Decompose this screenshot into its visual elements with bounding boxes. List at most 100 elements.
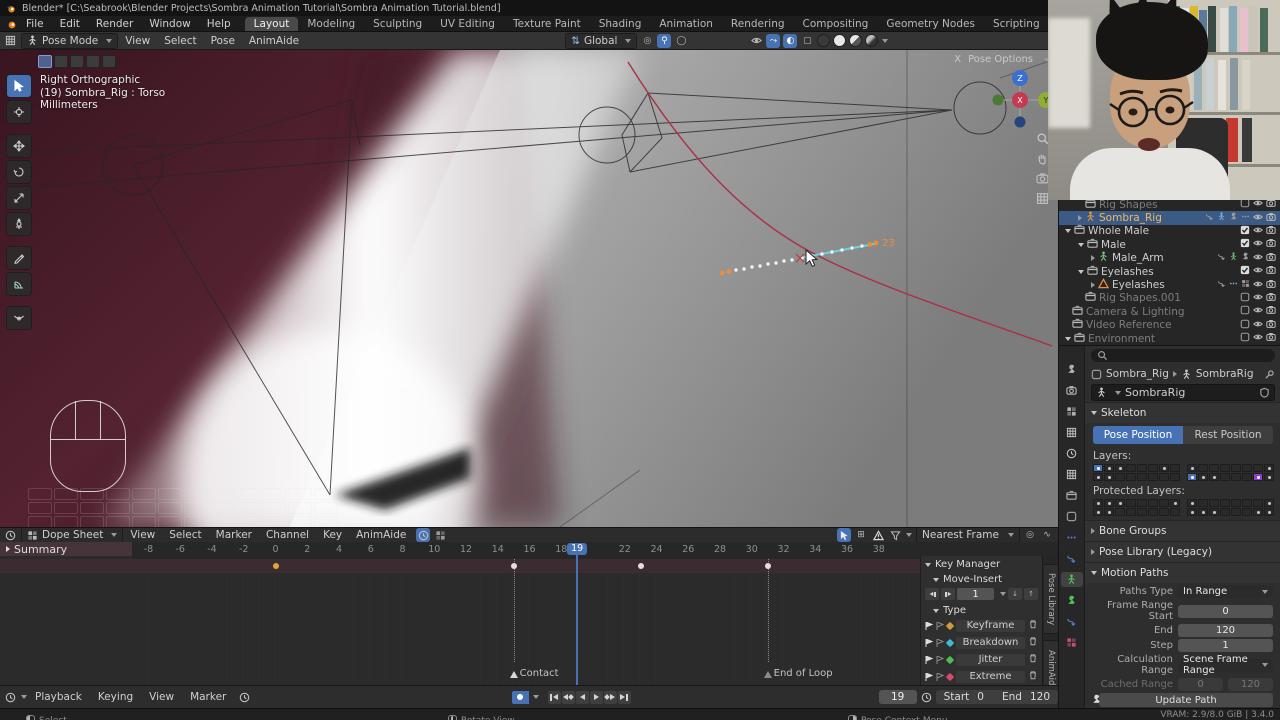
use-preview-range-icon[interactable]: [921, 692, 932, 703]
visibility-eye-icon[interactable]: [1253, 225, 1263, 238]
move-left-button[interactable]: [925, 588, 939, 600]
properties-tab-physics[interactable]: [1061, 530, 1083, 545]
dope-menu-select[interactable]: Select: [162, 529, 208, 541]
update-path-button[interactable]: Update Path: [1099, 693, 1273, 707]
armature-layers-grid[interactable]: [1085, 463, 1280, 482]
outliner-row-rig-shapes[interactable]: Rig Shapes: [1059, 198, 1280, 211]
layer-cell[interactable]: [1209, 508, 1219, 516]
layer-cell[interactable]: [1115, 508, 1125, 516]
layer-cell[interactable]: [1170, 473, 1180, 481]
bone-groups-panel-header[interactable]: Bone Groups: [1085, 520, 1280, 541]
layer-cell[interactable]: [1220, 499, 1230, 507]
collection-checkbox[interactable]: [1240, 238, 1250, 251]
outliner-row-video-reference[interactable]: Video Reference: [1059, 319, 1280, 332]
select-keys-flag-icon[interactable]: [925, 673, 933, 681]
properties-tab-collection[interactable]: [1061, 488, 1083, 503]
layer-cell[interactable]: [1170, 508, 1180, 516]
layer-cell[interactable]: [1115, 473, 1125, 481]
layer-cell[interactable]: [1242, 473, 1252, 481]
visibility-eye-icon[interactable]: [1253, 252, 1263, 265]
side-tab-animaide[interactable]: AnimAide: [1044, 640, 1058, 685]
layer-cell[interactable]: [1264, 508, 1274, 516]
cursor-tool[interactable]: [6, 100, 32, 124]
layer-cell[interactable]: [1253, 473, 1263, 481]
outliner-row-whole-male[interactable]: Whole Male: [1059, 225, 1280, 238]
layer-cell[interactable]: [1198, 464, 1208, 472]
next-keyframe-button[interactable]: [604, 691, 617, 704]
trash-icon[interactable]: [1028, 636, 1038, 649]
layer-cell[interactable]: [1264, 473, 1274, 481]
breadcrumb-object[interactable]: Sombra_Rig: [1106, 368, 1169, 380]
layer-cell[interactable]: [1198, 508, 1208, 516]
timeline-marker[interactable]: End of Loop: [764, 671, 772, 678]
expander-icon[interactable]: [1065, 229, 1071, 233]
shading-wireframe-icon[interactable]: [817, 34, 830, 47]
menu-render[interactable]: Render: [88, 18, 141, 30]
layer-cell[interactable]: [1253, 508, 1263, 516]
tools-icon[interactable]: [1241, 252, 1250, 264]
layer-cell[interactable]: [1253, 464, 1263, 472]
properties-tab-bone-constraint[interactable]: [1061, 614, 1083, 629]
layer-cell[interactable]: [1231, 499, 1241, 507]
pose-library-panel-header[interactable]: Pose Library (Legacy): [1085, 541, 1280, 562]
snap-mode-dropdown[interactable]: Nearest Frame: [916, 527, 1020, 543]
shading-rendered-icon[interactable]: [865, 34, 878, 47]
key-type-breakdown[interactable]: Breakdown: [956, 637, 1025, 649]
layer-cell[interactable]: [1242, 499, 1252, 507]
transform-tool[interactable]: [6, 212, 32, 236]
show-gizmo-icon[interactable]: ⤳: [766, 34, 780, 48]
layer-cell[interactable]: [1148, 508, 1158, 516]
play-button[interactable]: [590, 691, 603, 704]
filter-funnel-icon[interactable]: [888, 528, 902, 542]
dope-menu-key[interactable]: Key: [316, 529, 349, 541]
deselect-keys-flag-icon[interactable]: [936, 656, 944, 664]
select-lasso-icon[interactable]: [86, 55, 100, 68]
select-keys-flag-icon[interactable]: [925, 639, 933, 647]
select-box-tool[interactable]: [6, 74, 32, 98]
trash-icon[interactable]: [1028, 670, 1038, 683]
render-camera-icon[interactable]: [1266, 319, 1276, 332]
keyframe-dot[interactable]: [273, 563, 279, 569]
footer-menu-marker[interactable]: Marker: [182, 691, 234, 703]
layer-cell[interactable]: [1137, 508, 1147, 516]
layer-cell[interactable]: [1231, 473, 1241, 481]
jump-to-start-button[interactable]: [548, 691, 561, 704]
layer-cell[interactable]: [1093, 473, 1103, 481]
menu-help[interactable]: Help: [199, 18, 239, 30]
layer-cell[interactable]: [1198, 473, 1208, 481]
properties-tab-render[interactable]: [1061, 383, 1083, 398]
outliner-row-rig-shapes-001[interactable]: Rig Shapes.001: [1059, 292, 1280, 305]
properties-tab-world[interactable]: [1061, 467, 1083, 482]
animaide-overlay-icon[interactable]: [433, 528, 447, 542]
deselect-keys-flag-icon[interactable]: [936, 622, 944, 630]
layer-cell[interactable]: [1231, 508, 1241, 516]
particles-icon[interactable]: [1241, 279, 1250, 291]
properties-tab-view-layer[interactable]: [1061, 425, 1083, 440]
select-paint-icon[interactable]: [102, 55, 116, 68]
properties-tab-texture[interactable]: [1061, 635, 1083, 650]
link-icon[interactable]: [1205, 212, 1214, 224]
layer-cell[interactable]: [1159, 508, 1169, 516]
render-camera-icon[interactable]: [1266, 292, 1276, 305]
skeleton-panel-header[interactable]: Skeleton: [1085, 402, 1280, 423]
layer-cell[interactable]: [1170, 499, 1180, 507]
properties-tab-output[interactable]: [1061, 404, 1083, 419]
show-overlays-icon[interactable]: ◐: [783, 34, 797, 48]
properties-tab-tool[interactable]: [1061, 362, 1083, 377]
editor-type-icon[interactable]: [3, 34, 17, 48]
pose-breakdowner-tool[interactable]: [6, 306, 32, 330]
collection-checkbox[interactable]: [1240, 305, 1250, 318]
layer-cell[interactable]: [1126, 464, 1136, 472]
rest-position-button[interactable]: Rest Position: [1183, 426, 1273, 444]
workspace-tab-geometry-nodes[interactable]: Geometry Nodes: [877, 17, 984, 31]
expander-icon[interactable]: [1091, 282, 1095, 288]
insert-key-button[interactable]: ↓: [1008, 588, 1022, 600]
collection-checkbox[interactable]: [1240, 225, 1250, 238]
wrench-blue-icon[interactable]: [1229, 279, 1238, 291]
blender-app-icon[interactable]: [6, 18, 18, 30]
expander-icon[interactable]: [1065, 337, 1071, 341]
select-tweak-icon[interactable]: [38, 55, 52, 68]
shield-icon[interactable]: [1259, 387, 1270, 398]
figure-green-icon[interactable]: [1229, 252, 1238, 264]
outliner-row-eyelashes[interactable]: Eyelashes: [1059, 278, 1280, 291]
